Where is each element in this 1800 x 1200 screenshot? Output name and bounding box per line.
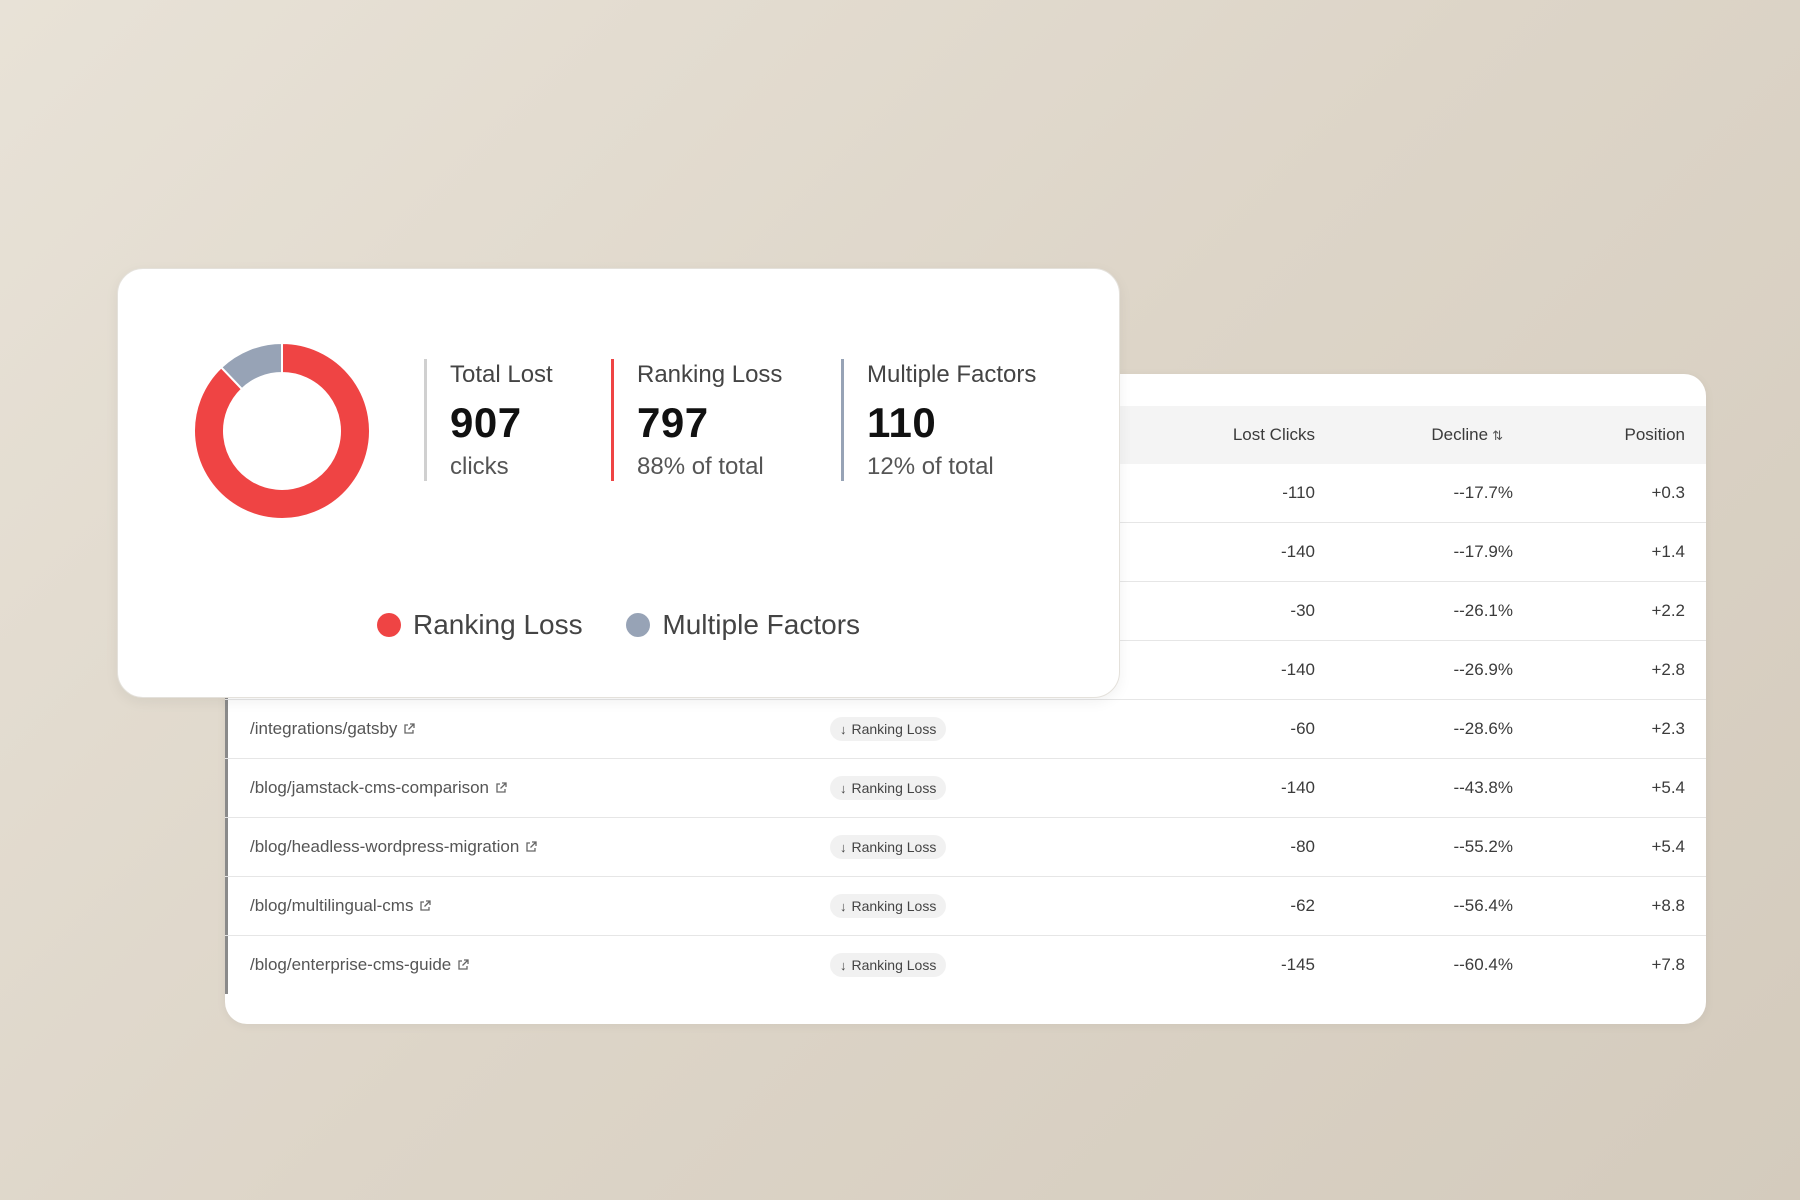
stat-multiple-label: Multiple Factors <box>867 361 1037 388</box>
cause-badge: ↓ Ranking Loss <box>830 894 947 918</box>
cause-badge: ↓ Ranking Loss <box>830 717 947 741</box>
arrow-down-icon: ↓ <box>840 781 847 796</box>
row-url-text: /blog/enterprise-cms-guide <box>250 955 452 974</box>
row-position: +1.4 <box>1651 542 1685 561</box>
row-position: +8.8 <box>1651 896 1685 915</box>
stat-total-divider <box>424 359 427 481</box>
row-lost-clicks: -30 <box>1290 601 1315 620</box>
row-lost-clicks: -110 <box>1282 483 1315 502</box>
row-url-text: /blog/headless-wordpress-migration <box>250 837 520 856</box>
legend-dot-multiple-factors <box>626 613 651 637</box>
table-row[interactable]: /blog/multilingual-cms ↓ Ranking Loss -62 --… <box>225 877 1706 936</box>
row-url-text: /blog/jamstack-cms-comparison <box>250 778 490 797</box>
cause-badge: ↓ Ranking Loss <box>830 776 947 800</box>
row-position: +2.3 <box>1651 719 1685 738</box>
cause-badge-label: Ranking Loss <box>851 721 937 737</box>
row-decline: --26.9% <box>1453 660 1513 679</box>
row-lost-clicks: -140 <box>1280 778 1315 797</box>
row-url-link[interactable]: /blog/headless-wordpress-migration <box>250 818 537 876</box>
row-url-link[interactable]: /integrations/gatsby <box>250 700 416 758</box>
sort-icon[interactable]: ⇅ <box>1492 428 1503 443</box>
stat-total-label: Total Lost <box>450 361 553 388</box>
cause-badge: ↓ Ranking Loss <box>830 835 947 859</box>
arrow-down-icon: ↓ <box>840 722 847 737</box>
row-decline: --26.1% <box>1453 601 1513 620</box>
header-decline[interactable]: Decline ⇅ <box>1431 406 1503 464</box>
external-link-icon[interactable] <box>419 900 432 912</box>
arrow-down-icon: ↓ <box>840 958 847 973</box>
row-decline: --56.4% <box>1453 896 1513 915</box>
row-position: +2.2 <box>1651 601 1685 620</box>
row-url-link[interactable]: /blog/enterprise-cms-guide <box>250 936 469 994</box>
legend-label-ranking-loss: Ranking Loss <box>412 609 583 640</box>
legend-item-multiple-factors[interactable]: Multiple Factors <box>626 609 860 641</box>
table-row[interactable]: /blog/enterprise-cms-guide ↓ Ranking Loss -… <box>225 936 1706 994</box>
row-decline: --60.4% <box>1453 955 1513 974</box>
cause-badge-label: Ranking Loss <box>851 780 937 796</box>
legend-label-multiple-factors: Multiple Factors <box>662 609 861 640</box>
row-position: +2.8 <box>1651 660 1685 679</box>
stat-multiple-divider <box>841 359 844 481</box>
stat-ranking-divider <box>611 359 614 481</box>
row-decline: --17.7% <box>1453 483 1513 502</box>
external-link-icon[interactable] <box>457 959 469 971</box>
row-position: +5.4 <box>1651 778 1685 797</box>
stat-ranking-sub: 88% of total <box>637 453 764 480</box>
stat-total-lost: Total Lost 907 clicks <box>424 359 553 481</box>
row-decline: --17.9% <box>1453 542 1513 561</box>
table-row[interactable]: /blog/headless-wordpress-migration ↓ Ranki… <box>225 818 1706 877</box>
row-decline: --55.2% <box>1453 837 1513 856</box>
row-position: +5.4 <box>1651 837 1685 856</box>
summary-card: Total Lost 907 clicks Ranking Loss 797 8… <box>117 268 1120 698</box>
cause-badge-label: Ranking Loss <box>851 898 937 914</box>
row-lost-clicks: -62 <box>1290 896 1315 915</box>
stat-multiple-value: 110 <box>867 399 937 446</box>
chart-legend: Ranking Loss Multiple Factors <box>118 609 1119 641</box>
row-lost-clicks: -140 <box>1280 660 1315 679</box>
table-row[interactable]: /integrations/gatsby ↓ Ranking Loss -60 --28… <box>225 700 1706 759</box>
external-link-icon[interactable] <box>495 782 507 794</box>
cause-badge-label: Ranking Loss <box>851 957 937 973</box>
legend-item-ranking-loss[interactable]: Ranking Loss <box>376 609 583 641</box>
stat-multiple-factors: Multiple Factors 110 12% of total <box>841 359 1036 481</box>
row-url-text: /blog/multilingual-cms <box>250 896 414 915</box>
stat-multiple-sub: 12% of total <box>867 453 994 480</box>
cause-badge-label: Ranking Loss <box>851 839 937 855</box>
row-position: +0.3 <box>1651 483 1685 502</box>
table-row[interactable]: /blog/jamstack-cms-comparison ↓ Ranking Lo… <box>225 759 1706 818</box>
arrow-down-icon: ↓ <box>840 899 847 914</box>
legend-dot-ranking-loss <box>376 613 401 637</box>
stat-ranking-value: 797 <box>637 399 709 446</box>
row-lost-clicks: -60 <box>1290 719 1315 738</box>
header-decline-label: Decline <box>1431 425 1489 444</box>
row-decline: --43.8% <box>1453 778 1513 797</box>
stat-total-sub: clicks <box>450 453 509 480</box>
row-lost-clicks: -140 <box>1280 542 1315 561</box>
row-lost-clicks: -80 <box>1290 837 1315 856</box>
external-link-icon[interactable] <box>403 723 416 735</box>
row-lost-clicks: -145 <box>1280 955 1315 974</box>
header-position[interactable]: Position <box>1625 406 1685 464</box>
cause-badge: ↓ Ranking Loss <box>830 953 947 977</box>
row-decline: --28.6% <box>1453 719 1513 738</box>
stat-ranking-label: Ranking Loss <box>637 361 783 388</box>
row-url-link[interactable]: /blog/jamstack-cms-comparison <box>250 759 507 817</box>
stat-ranking-loss: Ranking Loss 797 88% of total <box>611 359 782 481</box>
row-url-text: /integrations/gatsby <box>250 719 398 738</box>
row-position: +7.8 <box>1651 955 1685 974</box>
row-url-link[interactable]: /blog/multilingual-cms <box>250 877 432 935</box>
external-link-icon[interactable] <box>525 841 537 853</box>
stat-total-value: 907 <box>450 399 522 446</box>
header-lost-clicks[interactable]: Lost Clicks <box>1233 406 1315 464</box>
donut-chart <box>194 343 370 519</box>
arrow-down-icon: ↓ <box>840 840 847 855</box>
